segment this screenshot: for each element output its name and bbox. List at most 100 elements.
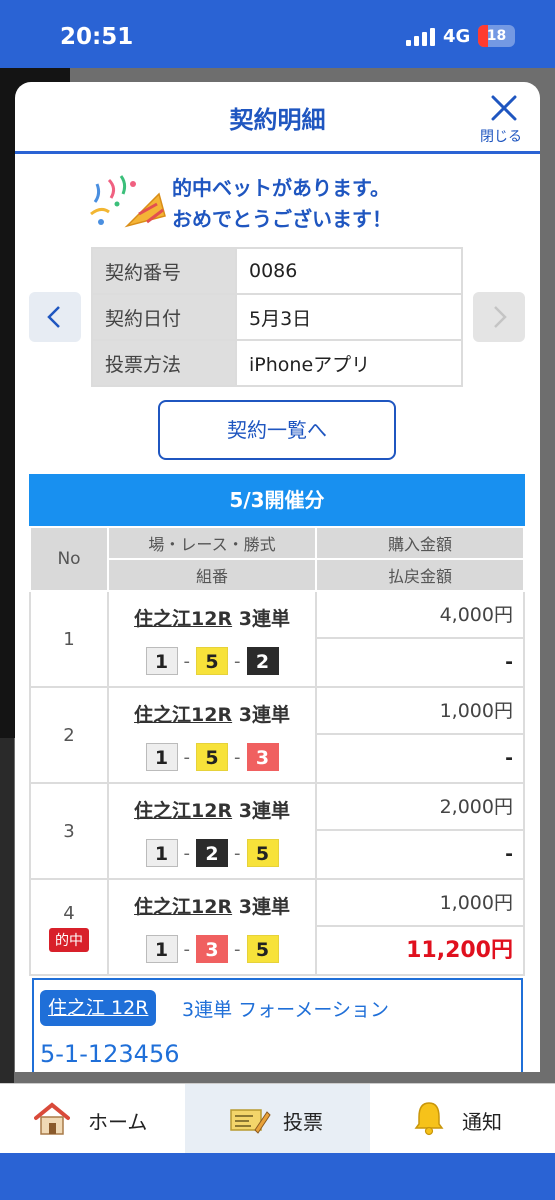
bet-type: 3連単 bbox=[238, 896, 290, 918]
close-button[interactable]: 閉じる bbox=[470, 92, 532, 150]
purchase-amount: 4,000円 bbox=[317, 592, 523, 639]
background-panel bbox=[0, 738, 14, 1083]
bottom-nav: ホーム 投票 通知 bbox=[0, 1083, 555, 1154]
boat-number: 1 bbox=[145, 647, 178, 675]
header-combo: 組番 bbox=[107, 558, 317, 592]
formation-type: 3連単 フォーメーション bbox=[182, 999, 389, 1021]
tab-notify-label: 通知 bbox=[462, 1110, 502, 1134]
purchase-amount: 2,000円 bbox=[317, 784, 523, 831]
bet-no-value: 4 bbox=[63, 902, 75, 924]
contract-info-table: 契約番号 0086 契約日付 5月3日 投票方法 iPhoneアプリ bbox=[91, 247, 463, 387]
header-race: 場・レース・勝式 bbox=[107, 526, 317, 560]
formation-race-link[interactable]: 住之江 12R bbox=[40, 990, 157, 1026]
bet-no-value: 1 bbox=[63, 628, 75, 650]
header-payout: 払戻金額 bbox=[315, 558, 525, 592]
boat-number: 3 bbox=[246, 743, 279, 771]
bet-no: 4 的中 bbox=[29, 878, 109, 976]
chevron-right-icon bbox=[494, 306, 507, 328]
status-bar: 20:51 4G 18 bbox=[0, 0, 555, 68]
header-purchase: 購入金額 bbox=[315, 526, 525, 560]
info-value: 5月3日 bbox=[235, 293, 463, 341]
battery-level: 18 bbox=[486, 28, 507, 44]
combo-separator: - bbox=[183, 938, 191, 960]
info-label: 投票方法 bbox=[91, 339, 237, 387]
congrats-message: 的中ベットがあります。 おめでとうございます！ bbox=[172, 173, 392, 235]
payout-amount: - bbox=[505, 747, 513, 769]
combo-separator: - bbox=[234, 650, 241, 672]
race-link[interactable]: 住之江12R bbox=[134, 704, 232, 726]
tab-home-label: ホーム bbox=[88, 1110, 148, 1134]
info-row: 投票方法 iPhoneアプリ bbox=[91, 339, 463, 387]
tab-vote-label: 投票 bbox=[283, 1110, 323, 1134]
race-link[interactable]: 住之江12R bbox=[134, 896, 232, 918]
bet-race-cell: 住之江12R 3連単 1-3-5 bbox=[107, 878, 317, 976]
table-row: 4 的中 住之江12R 3連単 1-3-5 1,000円 11,200円 bbox=[29, 878, 525, 976]
bet-no: 3 bbox=[29, 782, 109, 880]
combo-numbers: 1-3-5 bbox=[109, 927, 315, 971]
bets-table: No 場・レース・勝式 購入金額 組番 払戻金額 1 住之江12R 3連単 1-… bbox=[29, 526, 525, 976]
info-label: 契約日付 bbox=[91, 293, 237, 341]
contract-list-button[interactable]: 契約一覧へ bbox=[158, 400, 396, 460]
amount-cell: 4,000円 - bbox=[315, 590, 525, 688]
tab-home[interactable]: ホーム bbox=[0, 1084, 185, 1154]
race-link[interactable]: 住之江12R bbox=[134, 608, 232, 630]
formation-box: 住之江 12R 3連単 フォーメーション 5-1-123456 bbox=[32, 978, 523, 1072]
boat-number: 5 bbox=[196, 647, 228, 675]
signal-icon bbox=[406, 28, 436, 46]
amount-cell: 1,000円 - bbox=[315, 686, 525, 784]
bet-race-cell: 住之江12R 3連単 1-5-2 bbox=[107, 590, 317, 688]
boat-number: 2 bbox=[196, 839, 228, 867]
bet-type: 3連単 bbox=[238, 800, 290, 822]
race-link[interactable]: 住之江12R bbox=[134, 800, 232, 822]
payout-amount: - bbox=[505, 843, 513, 865]
amount-cell: 2,000円 - bbox=[315, 782, 525, 880]
boat-number: 1 bbox=[145, 935, 178, 963]
table-row: 2 住之江12R 3連単 1-5-3 1,000円 - bbox=[29, 686, 525, 784]
purchase-amount: 1,000円 bbox=[317, 880, 523, 927]
amount-cell: 1,000円 11,200円 bbox=[315, 878, 525, 976]
tab-vote[interactable]: 投票 bbox=[185, 1084, 370, 1154]
boat-number: 1 bbox=[145, 839, 178, 867]
payout-amount: 11,200円 bbox=[406, 938, 513, 963]
home-indicator-bar bbox=[0, 1153, 555, 1200]
info-row: 契約番号 0086 bbox=[91, 247, 463, 295]
bet-no: 2 bbox=[29, 686, 109, 784]
combo-separator: - bbox=[234, 746, 241, 768]
info-row: 契約日付 5月3日 bbox=[91, 293, 463, 341]
party-popper-icon bbox=[90, 175, 166, 228]
payout-amount: - bbox=[505, 651, 513, 673]
congrats-line-1: 的中ベットがあります。 bbox=[172, 176, 390, 200]
chevron-left-icon bbox=[47, 306, 60, 328]
boat-number: 5 bbox=[196, 743, 228, 771]
congrats-line-2: おめでとうございます！ bbox=[172, 207, 392, 231]
close-label: 閉じる bbox=[480, 129, 522, 145]
bet-type: 3連単 bbox=[238, 704, 290, 726]
ticket-icon bbox=[230, 1109, 271, 1134]
combo-numbers: 1-5-3 bbox=[109, 735, 315, 779]
bet-race-cell: 住之江12R 3連単 1-2-5 bbox=[107, 782, 317, 880]
battery-icon: 18 bbox=[478, 25, 515, 47]
modal-header: 契約明細 閉じる bbox=[15, 82, 540, 154]
combo-numbers: 1-2-5 bbox=[109, 831, 315, 875]
purchase-amount: 1,000円 bbox=[317, 688, 523, 735]
contract-detail-modal: 契約明細 閉じる 的中ベットがあります。 おめでとうございます！ 契約番号 00… bbox=[15, 82, 540, 1072]
info-label: 契約番号 bbox=[91, 247, 237, 295]
table-row: 1 住之江12R 3連単 1-5-2 4,000円 - bbox=[29, 590, 525, 688]
combo-separator: - bbox=[183, 650, 191, 672]
bet-no: 1 bbox=[29, 590, 109, 688]
boat-number: 2 bbox=[246, 647, 279, 675]
header-no: No bbox=[29, 526, 109, 592]
home-icon bbox=[34, 1102, 70, 1135]
combo-separator: - bbox=[183, 746, 191, 768]
modal-title: 契約明細 bbox=[229, 106, 326, 134]
formation-numbers: 5-1-123456 bbox=[40, 1040, 180, 1068]
bet-no-value: 2 bbox=[63, 724, 75, 746]
status-time: 20:51 bbox=[60, 24, 134, 50]
combo-separator: - bbox=[183, 842, 191, 864]
tab-notify[interactable]: 通知 bbox=[370, 1084, 555, 1154]
next-contract-button[interactable] bbox=[473, 292, 525, 342]
info-value: 0086 bbox=[235, 247, 463, 295]
previous-contract-button[interactable] bbox=[29, 292, 81, 342]
network-label: 4G bbox=[443, 26, 471, 47]
bet-no-value: 3 bbox=[63, 820, 75, 842]
